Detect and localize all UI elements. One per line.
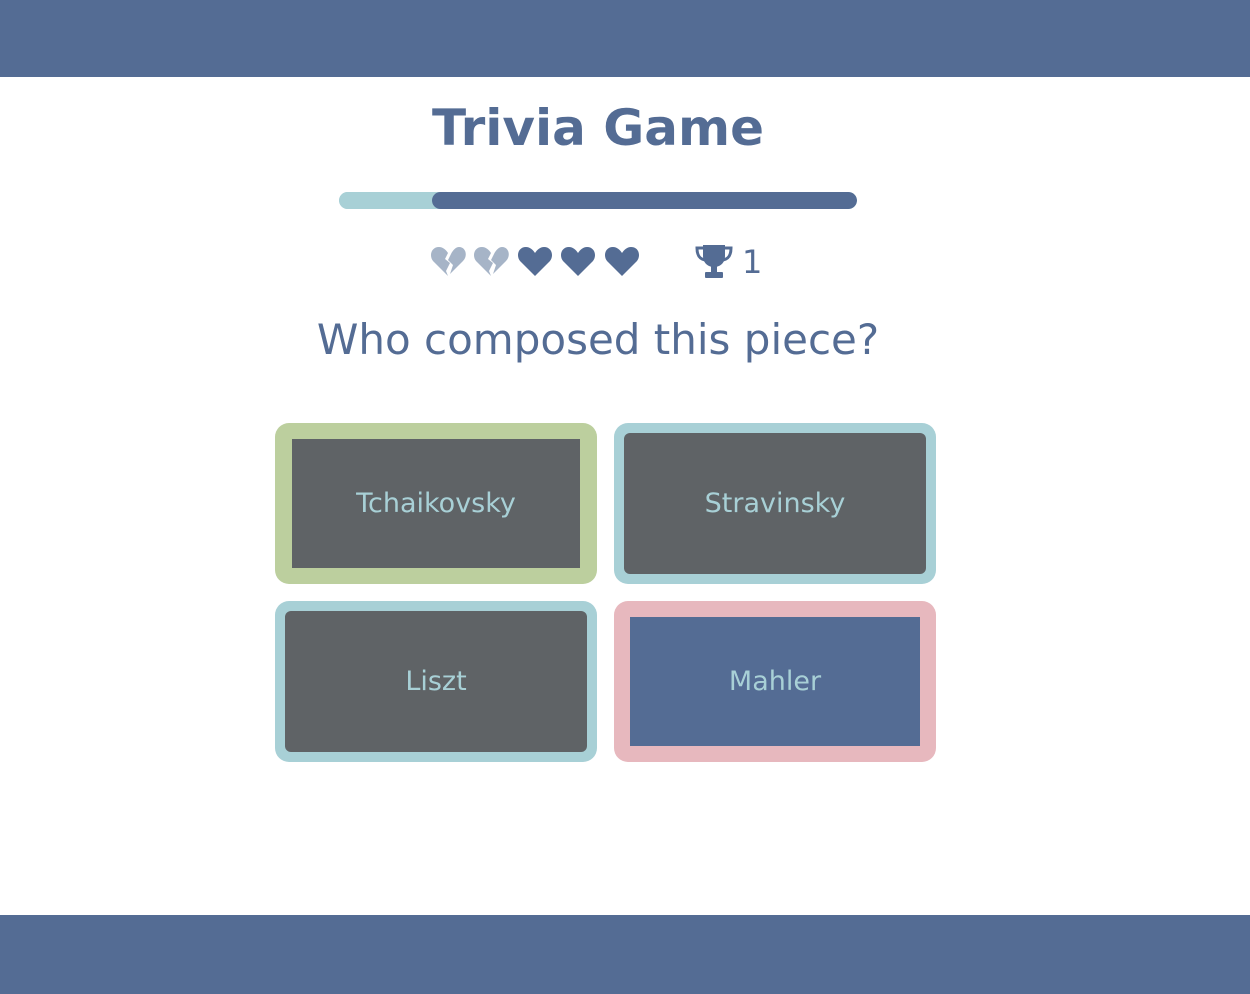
- answer-label: Liszt: [285, 611, 587, 752]
- answer-option-3[interactable]: Liszt: [275, 601, 597, 762]
- progress-remaining: [432, 192, 857, 209]
- page-title: Trivia Game: [431, 99, 765, 157]
- progress-fill: [339, 192, 433, 209]
- score-value: 1: [742, 243, 763, 281]
- top-bar: [0, 0, 1250, 77]
- heart-icon: [561, 247, 595, 276]
- question-text: Who composed this piece?: [316, 315, 880, 364]
- answer-option-4[interactable]: Mahler: [614, 601, 936, 762]
- trophy-icon: [695, 245, 733, 278]
- answer-option-2[interactable]: Stravinsky: [614, 423, 936, 584]
- broken-heart-icon: [474, 247, 509, 276]
- answer-label: Stravinsky: [624, 433, 926, 574]
- progress-bar: [339, 192, 857, 209]
- heart-icon: [605, 247, 639, 276]
- broken-heart-icon: [431, 247, 466, 276]
- bottom-bar: [0, 915, 1250, 994]
- heart-icon: [518, 247, 552, 276]
- answer-option-1[interactable]: Tchaikovsky: [275, 423, 597, 584]
- status-row: 1: [0, 240, 1250, 284]
- answer-label: Mahler: [630, 617, 920, 746]
- answer-label: Tchaikovsky: [292, 439, 580, 568]
